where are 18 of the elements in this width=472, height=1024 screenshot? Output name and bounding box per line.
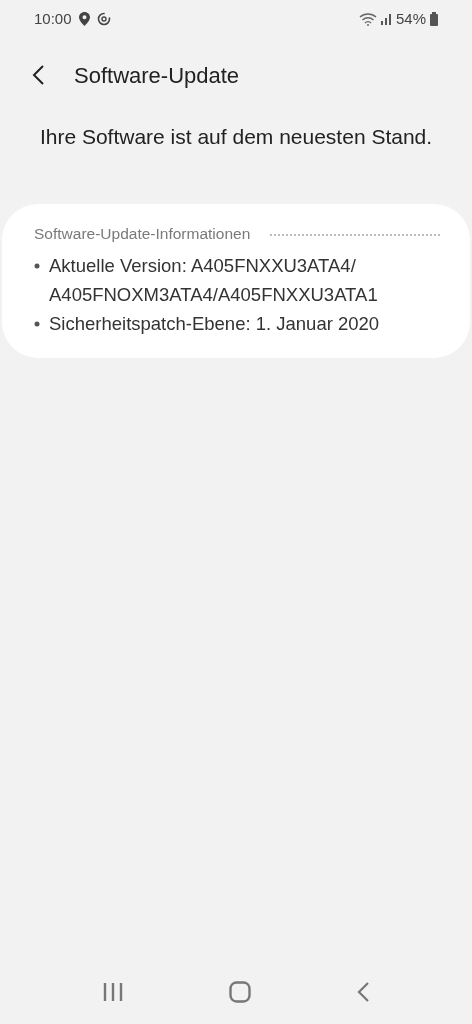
bullet-icon [34, 321, 40, 328]
back-icon [32, 65, 44, 85]
battery-percent: 54% [395, 8, 426, 29]
battery-icon [430, 12, 438, 26]
home-icon[interactable] [229, 981, 251, 1003]
recent-apps-icon[interactable] [103, 983, 123, 1001]
back-icon[interactable] [357, 982, 369, 1002]
info-item: Aktuelle Version: A405FNXXU3ATA4/ A405FNOXM3ATA4/A405FNXXU3ATA1 [49, 254, 379, 308]
signal-icon [380, 13, 392, 25]
wifi-icon [358, 12, 377, 26]
status-message: Ihre Software ist auf dem neuesten Stand. [38, 124, 434, 150]
info-item: Sicherheitspatch-Ebene: 1. Januar 2020 [49, 312, 380, 337]
status-time: 10:00 [34, 8, 72, 29]
page-title: Software-Update [74, 61, 240, 90]
sync-icon [96, 12, 111, 26]
bullet-icon [34, 263, 40, 270]
location-icon [78, 12, 90, 26]
section-heading: Software-Update-Informationen [34, 224, 251, 244]
